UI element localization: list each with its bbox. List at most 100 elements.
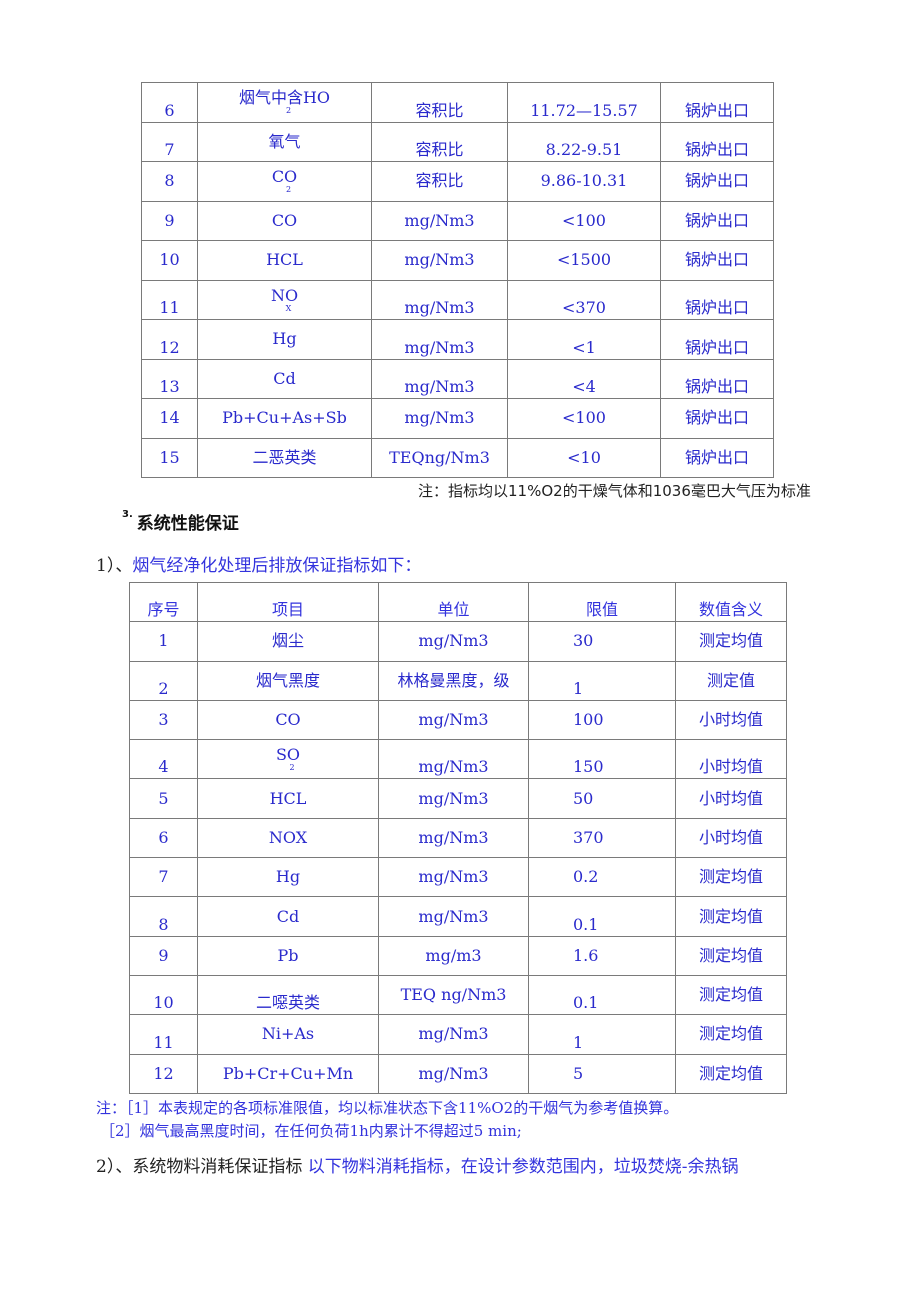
value: 8.22-9.51 (507, 121, 661, 162)
column-header: 序号 (129, 581, 198, 623)
item-name: Pb+Cu+As+Sb (197, 398, 372, 439)
table-note: 注：指标均以11%O2的干燥气体和1036毫巴大气压为标准 (418, 482, 811, 500)
row-number-text: 11 (159, 298, 180, 317)
location-text: 锅炉出口 (684, 298, 749, 317)
unit-text: TEQng/Nm3 (389, 447, 490, 467)
location: 锅炉出口 (660, 82, 774, 123)
limit-text: 50 (573, 788, 594, 808)
subscript: X (285, 303, 292, 313)
item-name: CO (197, 200, 372, 241)
table-row: 3 CO mg/Nm3 100 小时均值 (129, 699, 787, 741)
unit-text: mg/Nm3 (418, 906, 489, 926)
limit: 30 (528, 621, 676, 662)
table-row: 12 Pb+Cr+Cu+Mn mg/Nm3 5 测定均值 (129, 1053, 787, 1094)
column-header-text: 单位 (437, 600, 470, 620)
table-row: 13 Cd mg/Nm3 <4 锅炉出口 (141, 358, 774, 399)
value-text: 9.86-10.31 (540, 171, 628, 191)
row-number-text: 2 (158, 678, 169, 698)
location: 锅炉出口 (660, 161, 774, 202)
unit-text: 容积比 (415, 100, 464, 120)
location: 锅炉出口 (660, 319, 774, 360)
value-text: <10 (567, 447, 601, 467)
meaning-text: 测定均值 (698, 1063, 763, 1083)
section-heading: 3. 系统性能保证 (122, 509, 239, 534)
item-text: Pb+Cr+Cu+Mn (222, 1063, 354, 1083)
item: 烟尘 (197, 621, 379, 662)
row-number-text: 12 (159, 337, 180, 357)
row-number: 6 (141, 82, 198, 123)
item-text: 二噁英类 (255, 993, 320, 1013)
subscript: 2 (289, 763, 295, 773)
unit-text: mg/Nm3 (404, 210, 475, 230)
item-name-text: Cd (273, 368, 296, 388)
location-text: 锅炉出口 (684, 408, 749, 428)
limit: 50 (528, 778, 676, 819)
item: Pb+Cr+Cu+Mn (197, 1053, 379, 1094)
location-text: 锅炉出口 (684, 337, 749, 357)
limit: 370 (528, 817, 676, 859)
row-number: 13 (141, 358, 198, 399)
meaning: 小时均值 (675, 778, 787, 819)
table-row: 5 HCL mg/Nm3 50 小时均值 (129, 778, 787, 819)
row-number-text: 15 (159, 447, 180, 467)
unit: mg/Nm3 (378, 739, 529, 780)
item: SO 2 (197, 739, 379, 780)
emission-guarantee-table: 序号 项目 单位 限值 数值含义 1 烟尘 mg/Nm3 30 测定均值 2 烟气黑度 林格曼黑度，级… (129, 581, 787, 1094)
row-number: 7 (129, 857, 198, 898)
value: <370 (507, 279, 661, 320)
unit-text: 容积比 (415, 171, 464, 191)
unit: 容积比 (371, 161, 508, 202)
unit-text: 容积比 (415, 140, 464, 159)
item: 二噁英类 (197, 974, 379, 1016)
unit: mg/Nm3 (371, 240, 508, 281)
table-row: 11 Ni+As mg/Nm3 1 测定均值 (129, 1014, 787, 1055)
unit-text: mg/Nm3 (418, 1024, 489, 1044)
item: CO (197, 699, 379, 741)
item-text: SO (275, 745, 301, 765)
table-row: 7 Hg mg/Nm3 0.2 测定均值 (129, 857, 787, 898)
subscript: 2 (285, 185, 292, 195)
unit: mg/Nm3 (378, 896, 529, 937)
row-number-text: 10 (159, 250, 180, 270)
row-number: 10 (129, 974, 198, 1016)
item-text: 烟尘 (271, 631, 304, 651)
table-row: 6 烟气中含HO 2 容积比 11.72—15.57 锅炉出口 (141, 82, 774, 123)
unit: 容积比 (371, 82, 508, 123)
unit-text: mg/Nm3 (404, 377, 475, 396)
limit: 150 (528, 739, 676, 780)
limit: 100 (528, 699, 676, 741)
limit: 1 (528, 1014, 676, 1055)
item-name-text: HCL (266, 250, 303, 270)
location-text: 锅炉出口 (684, 140, 749, 159)
row-number: 15 (141, 437, 198, 478)
limit: 0.1 (528, 896, 676, 937)
location-text: 锅炉出口 (684, 447, 749, 467)
row-number: 7 (141, 121, 198, 162)
unit-text: 林格曼黑度，级 (397, 670, 510, 690)
table-row: 14 Pb+Cu+As+Sb mg/Nm3 <100 锅炉出口 (141, 398, 774, 439)
row-number: 11 (141, 279, 198, 320)
location: 锅炉出口 (660, 437, 774, 478)
row-number-text: 8 (164, 171, 175, 191)
limit: 0.2 (528, 857, 676, 898)
item-name-text: CO (271, 210, 298, 230)
location: 锅炉出口 (660, 398, 774, 439)
row-number: 4 (129, 739, 198, 780)
table-row: 15 二恶英类 TEQng/Nm3 <10 锅炉出口 (141, 437, 774, 478)
limit: 5 (528, 1053, 676, 1094)
location-text: 锅炉出口 (684, 377, 749, 396)
row-number-text: 3 (158, 710, 169, 730)
row-number: 11 (129, 1014, 198, 1055)
unit: mg/Nm3 (371, 398, 508, 439)
column-header: 项目 (197, 581, 379, 623)
meaning: 测定均值 (675, 935, 787, 976)
unit: mg/Nm3 (378, 817, 529, 859)
item-text: Hg (275, 867, 301, 887)
item-name-text: Hg (272, 329, 297, 349)
value: <100 (507, 200, 661, 241)
column-header: 限值 (528, 581, 676, 623)
item-text: Ni+As (261, 1024, 315, 1044)
row-number: 3 (129, 699, 198, 741)
row-number: 10 (141, 240, 198, 281)
limit-text: 1.6 (573, 945, 599, 965)
